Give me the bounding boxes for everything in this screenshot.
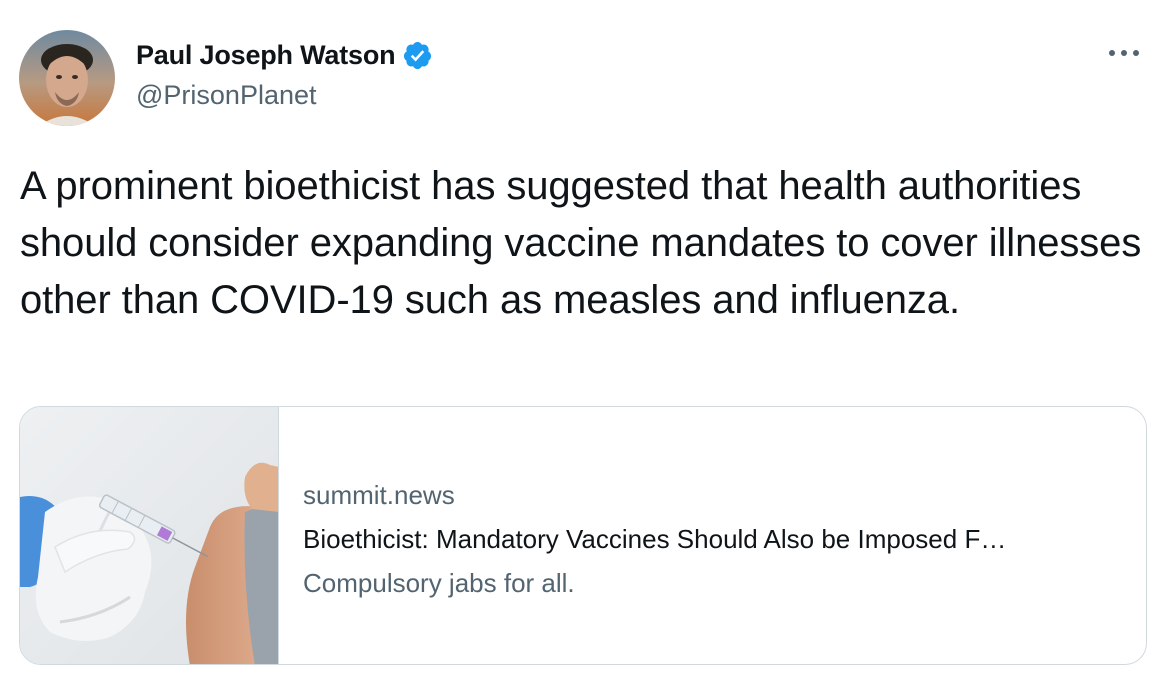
tweet-text: A prominent bioethicist has suggested th… — [20, 164, 1142, 322]
author-display-name[interactable]: Paul Joseph Watson — [136, 40, 396, 71]
link-card-body: summit.news Bioethicist: Mandatory Vacci… — [303, 479, 1126, 599]
link-card-domain: summit.news — [303, 480, 455, 510]
avatar[interactable] — [19, 30, 115, 126]
link-card-title: Bioethicist: Mandatory Vaccines Should A… — [303, 524, 1007, 554]
link-card[interactable]: summit.news Bioethicist: Mandatory Vacci… — [19, 406, 1147, 665]
link-card-description: Compulsory jabs for all. — [303, 568, 575, 598]
author-block: Paul Joseph Watson @PrisonPlanet — [136, 38, 433, 111]
link-card-image — [20, 407, 279, 664]
author-handle[interactable]: @PrisonPlanet — [136, 80, 433, 111]
syringe-injection-image — [20, 407, 278, 664]
verified-badge-icon[interactable] — [402, 40, 433, 71]
more-options-icon — [1109, 50, 1139, 56]
avatar-photo — [19, 30, 115, 126]
tweet: Paul Joseph Watson @PrisonPlanet A promi… — [0, 0, 1164, 694]
more-options-button[interactable] — [1104, 38, 1144, 68]
name-row: Paul Joseph Watson — [136, 38, 433, 72]
